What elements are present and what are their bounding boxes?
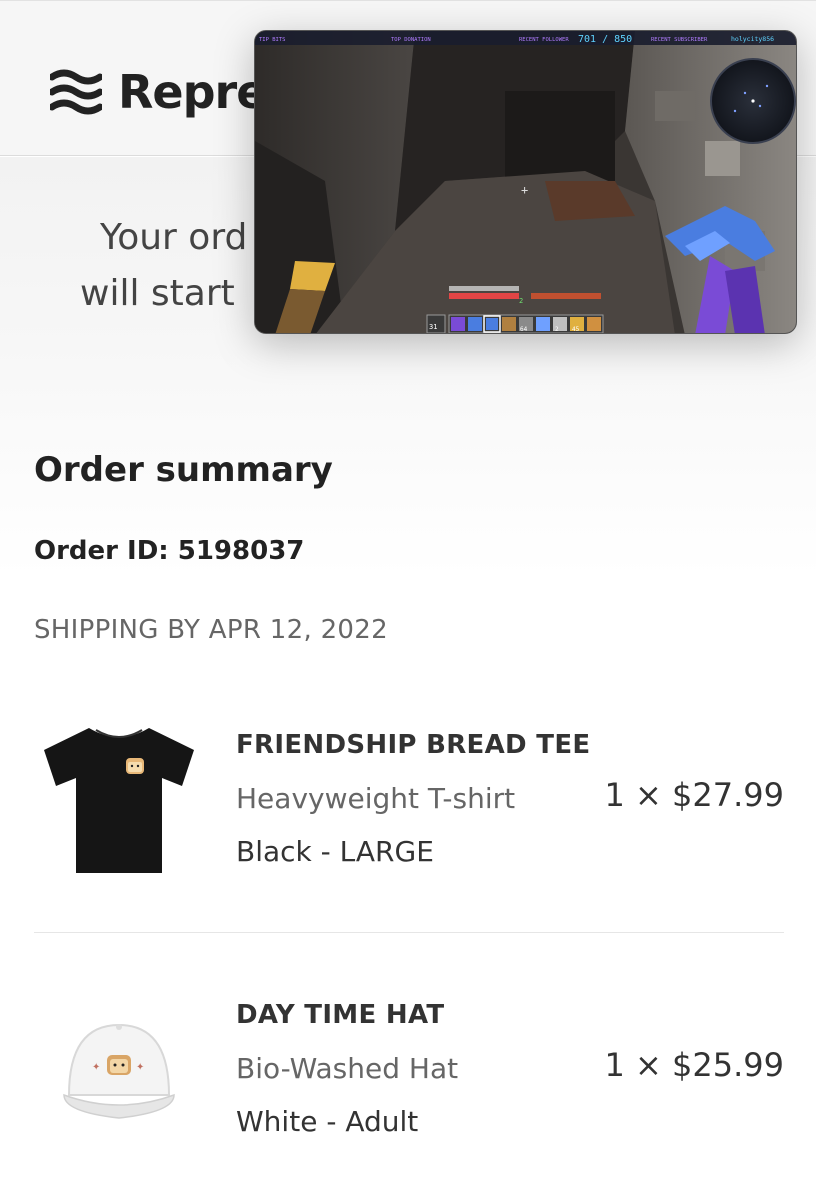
- hud-top-donation: TOP DONATION: [391, 37, 431, 43]
- order-item[interactable]: FRIENDSHIP BREAD TEE Heavyweight T-shirt…: [34, 700, 784, 900]
- brand-logo[interactable]: Repre: [50, 65, 267, 119]
- item-divider: [34, 932, 784, 933]
- wave-lines-icon: [50, 69, 102, 115]
- item-price: 1 × $27.99: [604, 776, 784, 814]
- item-type: Heavyweight T-shirt: [236, 782, 516, 815]
- white-cap-icon: ✦ ✦: [63, 1023, 175, 1119]
- order-id: Order ID: 5198037: [34, 536, 305, 566]
- hunger-bar: [531, 293, 601, 299]
- hotbar-count-offhand: 31: [429, 323, 437, 331]
- item-variant: Black - LARGE: [236, 835, 434, 868]
- logo-text: Repre: [118, 65, 267, 119]
- item-name: FRIENDSHIP BREAD TEE: [236, 730, 591, 760]
- item-name: DAY TIME HAT: [236, 1000, 445, 1030]
- minimap: [710, 58, 796, 144]
- item-variant: White - Adult: [236, 1105, 419, 1138]
- order-item[interactable]: ✦ ✦ DAY TIME HAT Bio-Washed Hat White - …: [34, 970, 784, 1170]
- svg-text:✦: ✦: [92, 1062, 100, 1073]
- hotbar-count-b: 2: [555, 326, 559, 333]
- xp-level: 2: [519, 297, 523, 305]
- svg-text:✦: ✦: [136, 1062, 144, 1073]
- crosshair-icon: +: [521, 183, 528, 197]
- confirmation-line-2: will start: [80, 273, 235, 314]
- black-tshirt-icon: [44, 728, 194, 873]
- order-summary-title: Order summary: [34, 450, 333, 490]
- hud-recent-subscriber: RECENT SUBSCRIBER: [651, 37, 708, 43]
- hud-username: holycity856: [731, 35, 774, 43]
- hud-recent-follower: RECENT FOLLOWER: [519, 37, 569, 43]
- confirmation-line-1: Your ord: [100, 217, 248, 258]
- item-type: Bio-Washed Hat: [236, 1052, 459, 1085]
- game-video-frame: + TIP BITS TOP DONATION RECENT FOLLOWER …: [255, 31, 796, 333]
- hotbar: 31 64 2 45: [426, 314, 604, 333]
- hud-counter: 701 / 850: [578, 34, 632, 45]
- hud-tip-bits: TIP BITS: [259, 37, 286, 43]
- hotbar-count-a: 64: [520, 326, 528, 333]
- hotbar-count-c: 45: [572, 326, 580, 333]
- shipping-date: SHIPPING BY APR 12, 2022: [34, 615, 388, 645]
- picture-in-picture-video[interactable]: + TIP BITS TOP DONATION RECENT FOLLOWER …: [254, 30, 797, 334]
- item-price: 1 × $25.99: [604, 1046, 784, 1084]
